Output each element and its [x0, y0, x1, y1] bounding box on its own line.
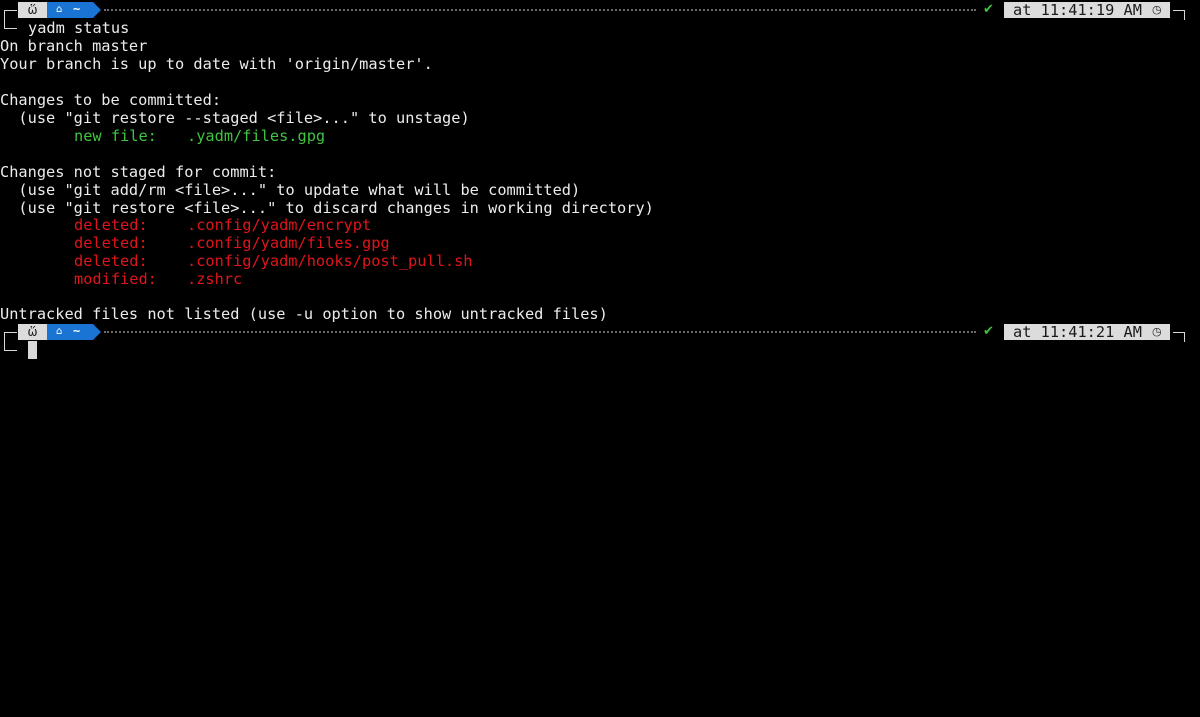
output-line: Changes not staged for commit:	[0, 163, 277, 181]
home-icon: ⌂	[56, 326, 63, 337]
unstaged-file-row: deleted: .config/yadm/encrypt	[0, 216, 371, 234]
prompt-time-segment: at 11:41:21 AM ◷	[1004, 324, 1170, 340]
output-line: Untracked files not listed (use -u optio…	[0, 305, 608, 323]
debian-swirl-icon: ὥ	[18, 324, 47, 340]
prompt-status-line: ὥ ⌂ ~ ✔ at 11:41:21 AM ◷	[0, 323, 1200, 342]
file-status: deleted:	[74, 234, 148, 252]
prompt-frame-corner	[4, 19, 17, 29]
unstaged-file-row: deleted: .config/yadm/files.gpg	[0, 234, 390, 252]
text-cursor	[28, 341, 37, 359]
prompt-input-line[interactable]	[0, 341, 1200, 359]
file-path: .config/yadm/hooks/post_pull.sh	[187, 252, 473, 270]
prompt-status-line: ὥ ⌂ ~ ✔ at 11:41:19 AM ◷	[0, 1, 1200, 20]
file-path: .config/yadm/encrypt	[187, 216, 372, 234]
prompt-dir-segment: ⌂ ~	[47, 2, 93, 18]
file-status: new file:	[74, 127, 157, 145]
prompt-time: at 11:41:21 AM	[1013, 323, 1142, 341]
prompt-dir: ~	[73, 2, 81, 16]
check-icon: ✔	[983, 324, 994, 339]
prompt-time: at 11:41:19 AM	[1013, 1, 1142, 19]
file-path: .config/yadm/files.gpg	[187, 234, 390, 252]
prompt-time-segment: at 11:41:19 AM ◷	[1004, 2, 1170, 18]
debian-swirl-icon: ὥ	[18, 2, 47, 18]
segment-arrow	[93, 324, 101, 340]
unstaged-file-row: modified: .zshrc	[0, 270, 242, 288]
unstaged-file-row: deleted: .config/yadm/hooks/post_pull.sh	[0, 252, 473, 270]
command-text: yadm status	[28, 19, 130, 37]
file-path: .yadm/files.gpg	[187, 127, 326, 145]
output-line: (use "git restore --staged <file>..." to…	[0, 109, 470, 127]
file-status: modified:	[74, 270, 157, 288]
file-status: deleted:	[74, 216, 148, 234]
output-line: Your branch is up to date with 'origin/m…	[0, 55, 433, 73]
output-line: (use "git add/rm <file>..." to update wh…	[0, 181, 581, 199]
check-icon: ✔	[983, 2, 994, 17]
prompt-filler-dots	[104, 9, 976, 11]
segment-arrow	[93, 2, 101, 18]
output-line: (use "git restore <file>..." to discard …	[0, 199, 654, 217]
clock-icon: ◷	[1152, 3, 1162, 16]
output-line: Changes to be committed:	[0, 91, 222, 109]
staged-file-row: new file: .yadm/files.gpg	[0, 127, 325, 145]
prompt-dir: ~	[73, 324, 81, 338]
output-line: On branch master	[0, 37, 148, 55]
file-path: .zshrc	[187, 270, 243, 288]
terminal-window[interactable]: ὥ ⌂ ~ ✔ at 11:41:19 AM ◷ yadm status On …	[0, 0, 1200, 717]
clock-icon: ◷	[1152, 325, 1162, 338]
prompt-frame-corner	[4, 341, 17, 351]
file-status: deleted:	[74, 252, 148, 270]
prompt-input-line: yadm status	[0, 19, 1200, 37]
prompt-filler-dots	[104, 331, 976, 333]
home-icon: ⌂	[56, 4, 63, 15]
prompt-dir-segment: ⌂ ~	[47, 324, 93, 340]
